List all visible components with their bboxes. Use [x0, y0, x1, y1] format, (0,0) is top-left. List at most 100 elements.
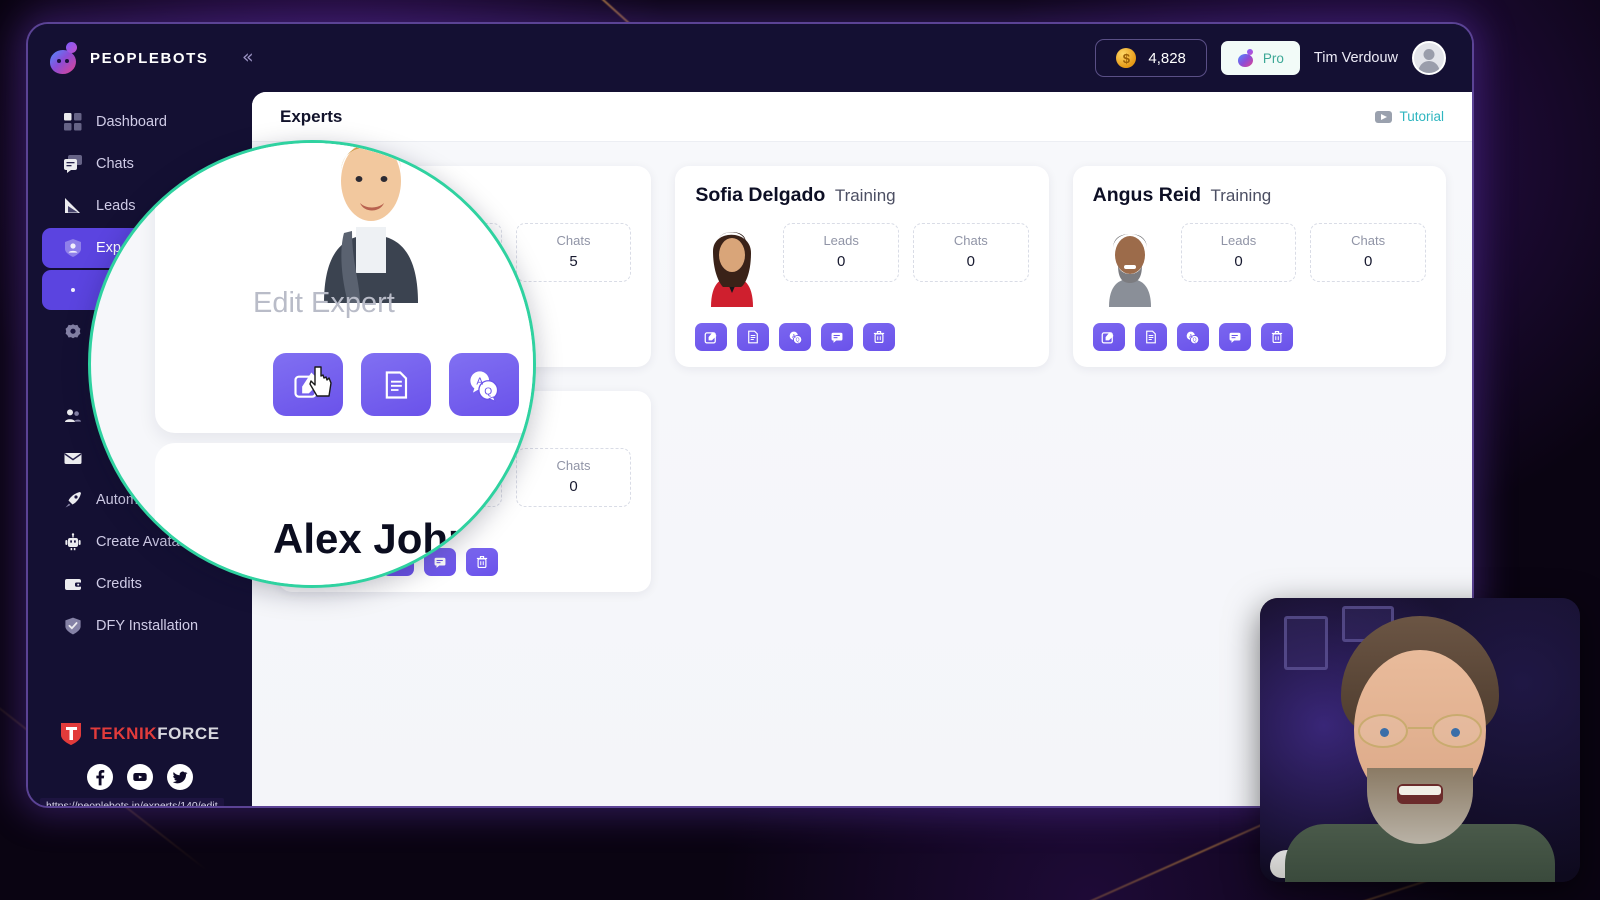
stat-label: Leads: [1220, 233, 1257, 248]
page-title: Experts: [280, 106, 343, 126]
wallet-icon: [64, 575, 82, 593]
stat-value: 5: [569, 253, 578, 270]
chevron-double-left-icon[interactable]: «: [242, 48, 1446, 67]
shield-check-icon: [64, 617, 82, 635]
expert-avatar-sofia: [695, 221, 770, 307]
expert-card-title-row: Sofia Delgado Training: [695, 184, 1028, 207]
sidebar-item-dfy-installation[interactable]: DFY Installation: [42, 606, 238, 646]
documents-button[interactable]: [361, 353, 431, 416]
documents-button[interactable]: [737, 323, 770, 351]
video-play-icon: [1375, 110, 1393, 123]
grid-icon: [64, 113, 82, 131]
webcam-presenter: [1260, 598, 1580, 882]
delete-button[interactable]: [1260, 323, 1293, 351]
expert-card-body: Leads 0 Chats 0: [695, 221, 1029, 307]
expert-card-title-row: Angus Reid Training: [1093, 184, 1426, 207]
documents-button[interactable]: [1134, 323, 1167, 351]
twitter-icon[interactable]: [167, 764, 193, 790]
stat-label: Chats: [556, 233, 591, 248]
expert-status: Training: [834, 186, 896, 205]
rocket-icon: [64, 491, 82, 509]
magnifier-content: Edit Expert A Q Alex Johnson: [91, 143, 536, 585]
top-bar: PEOPLEBOTS « $ 4,828 Pro Tim Verdouw: [28, 24, 1472, 92]
tutorial-label: Tutorial: [1399, 109, 1444, 124]
sidebar-item-label: Dashboard: [96, 114, 167, 130]
expert-stats: Leads 0 Chats 0: [783, 221, 1029, 282]
teknikforce-wordmark: TEKNIKFORCE: [90, 724, 219, 744]
avatar-icon[interactable]: [1412, 41, 1446, 75]
sidebar-item-label: DFY Installation: [96, 618, 199, 634]
stat-value: 0: [569, 478, 578, 495]
header-actions: « $ 4,828 Pro Tim Verdouw: [242, 24, 1472, 92]
expert-card-actions: AQ: [695, 323, 1028, 351]
sidebar-item-dashboard[interactable]: Dashboard: [42, 102, 238, 142]
qa-button[interactable]: AQ: [779, 323, 812, 351]
youtube-icon[interactable]: [127, 764, 153, 790]
expert-name: Angus Reid: [1092, 184, 1201, 206]
stat-chats: Chats 0: [515, 448, 632, 507]
expert-avatar-angus: [1092, 221, 1167, 307]
status-bar-url: https://peoplebots.in/experts/140/edit: [40, 798, 224, 806]
svg-text:Q: Q: [484, 386, 492, 397]
expert-name: Sofia Delgado: [695, 184, 826, 206]
stat-label: Leads: [823, 233, 859, 248]
teknikforce-logo: TEKNIKFORCE: [28, 722, 252, 746]
main-header: Experts Tutorial: [252, 92, 1472, 142]
users-icon: [64, 407, 82, 425]
user-badge-icon: [64, 239, 82, 257]
svg-text:A: A: [476, 376, 483, 387]
presenter-glasses: [1358, 714, 1482, 748]
stat-label: Chats: [1351, 233, 1386, 248]
envelope-icon: [64, 449, 82, 467]
stat-value: 0: [1363, 253, 1373, 270]
stat-chats: Chats 5: [515, 223, 632, 282]
svg-text:Q: Q: [1193, 337, 1197, 343]
chat-bubble-icon: [64, 155, 82, 173]
stat-value: 0: [1234, 253, 1243, 270]
teknikforce-red-text: TEKNIK: [90, 724, 158, 743]
expert-status: Training: [1210, 186, 1272, 205]
brand-area: PEOPLEBOTS: [28, 24, 252, 92]
gear-icon: [64, 323, 82, 341]
magnified-expert-avatar: [306, 143, 436, 303]
dot-icon: [64, 281, 82, 299]
svg-text:Q: Q: [795, 337, 799, 343]
presenter-teeth: [1399, 786, 1441, 795]
qa-button[interactable]: AQ: [1176, 323, 1209, 351]
stat-value: 0: [966, 253, 975, 270]
chat-button[interactable]: [1218, 323, 1251, 351]
robot-icon: [64, 533, 82, 551]
expert-stats: Leads 0 Chats 0: [1180, 221, 1426, 282]
edit-expert-button[interactable]: [695, 323, 728, 351]
pointer-hand-cursor: [309, 365, 335, 404]
teknikforce-grey-text: FORCE: [157, 724, 220, 743]
brand-row[interactable]: PEOPLEBOTS: [28, 24, 252, 92]
funnel-chart-icon: [64, 197, 82, 215]
stat-chats: Chats 0: [1310, 223, 1426, 282]
social-links: [28, 764, 252, 790]
qa-button[interactable]: A Q: [449, 353, 519, 416]
stat-chats: Chats 0: [913, 223, 1029, 282]
expert-card-actions: AQ: [1092, 323, 1426, 351]
presenter-webcam-overlay: [1260, 598, 1580, 882]
sidebar-footer: TEKNIKFORCE: [28, 722, 252, 806]
peoplebots-logo-icon: [48, 42, 80, 74]
peoplebots-logo-icon: [1237, 49, 1255, 67]
magnifier-lens: Edit Expert A Q Alex Johnson: [88, 140, 536, 588]
stat-value: 0: [836, 253, 846, 270]
magnified-expert-name: Alex Johnson: [273, 515, 536, 562]
teknikforce-mark-icon: [60, 722, 82, 746]
tutorial-link[interactable]: Tutorial: [1375, 109, 1444, 124]
stat-leads: Leads 0: [1180, 223, 1297, 282]
stat-leads: Leads 0: [783, 223, 899, 282]
brand-name: PEOPLEBOTS: [90, 49, 209, 67]
chat-button[interactable]: [821, 323, 854, 351]
edit-expert-tooltip: Edit Expert: [253, 287, 395, 319]
edit-expert-button[interactable]: [1092, 323, 1125, 351]
stat-label: Chats: [556, 458, 591, 473]
expert-card[interactable]: Sofia Delgado Training Leads 0 Chats 0 A…: [675, 166, 1049, 367]
facebook-icon[interactable]: [87, 764, 113, 790]
expert-card-body: Leads 0 Chats 0: [1092, 221, 1426, 307]
delete-button[interactable]: [863, 323, 896, 351]
expert-card[interactable]: Angus Reid Training Leads 0 Chats 0 A Q: [1072, 166, 1446, 367]
